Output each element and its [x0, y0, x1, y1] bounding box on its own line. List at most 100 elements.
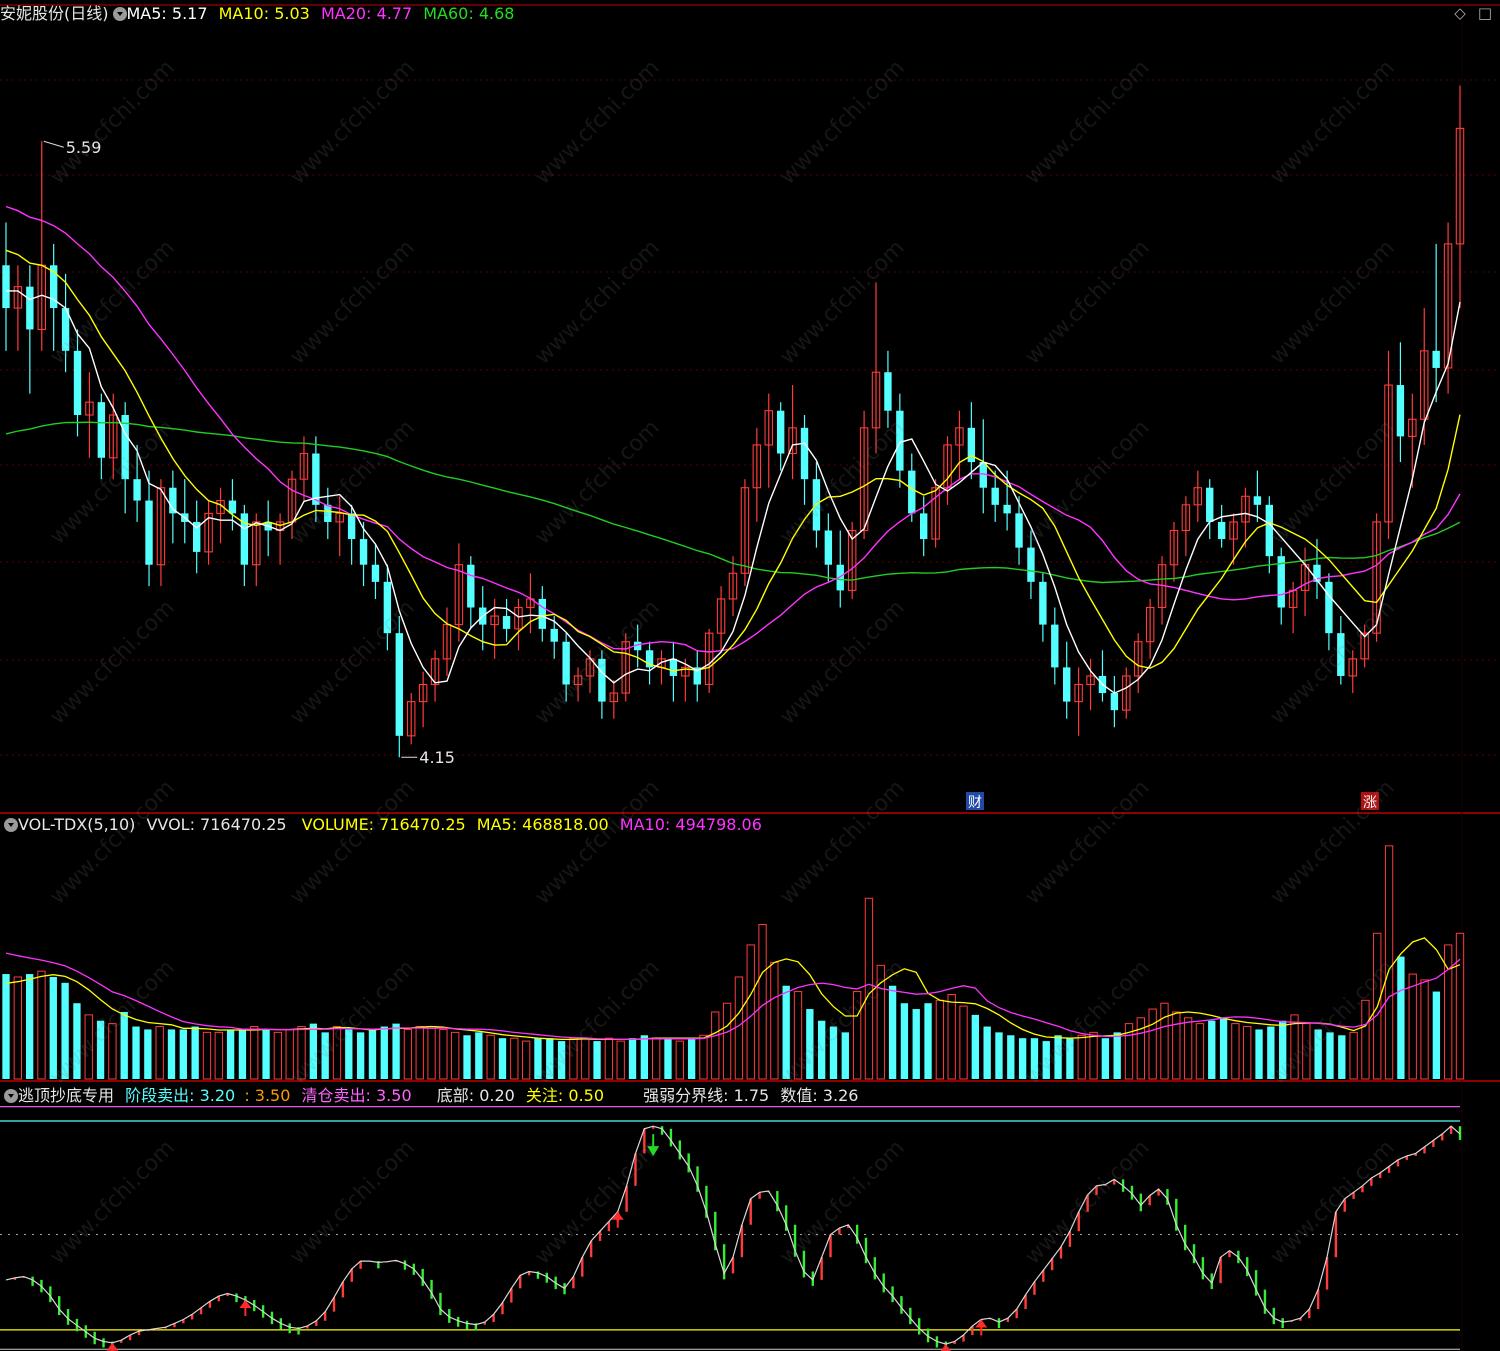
- candle-body: [395, 633, 403, 736]
- volume-bar: [120, 1011, 128, 1079]
- square-icon[interactable]: □: [1478, 4, 1492, 22]
- stock-chart-canvas[interactable]: 5.59 4.15 财 涨: [0, 0, 1500, 1351]
- volume-bar: [451, 1031, 460, 1080]
- volume-bar: [1397, 956, 1405, 1079]
- candle-body: [1027, 547, 1035, 582]
- candle-body: [800, 427, 809, 480]
- candle-body: [1003, 504, 1011, 514]
- volume-bar: [1018, 1038, 1027, 1079]
- value-label: 数值: 3.26: [780, 1086, 859, 1105]
- indicator-panel[interactable]: [0, 1106, 1462, 1351]
- volume-bar: [829, 1026, 838, 1079]
- candle-body: [1110, 693, 1119, 711]
- volume-bar: [1160, 1002, 1169, 1080]
- candle-body: [121, 415, 129, 480]
- volume-bar: [273, 1031, 283, 1080]
- candle-body: [1015, 513, 1023, 548]
- candle-body: [1051, 624, 1059, 668]
- volume-bar: [534, 1038, 542, 1079]
- volume-bar: [1384, 845, 1394, 1080]
- volume-bar: [498, 1038, 507, 1079]
- volume-bar: [250, 1026, 259, 1080]
- sell-arrow-icon: [647, 1146, 660, 1157]
- candle-body: [896, 410, 904, 471]
- candle-body: [347, 513, 356, 540]
- volume-bar: [604, 1037, 614, 1080]
- candle-body: [1337, 633, 1345, 676]
- volume-bar: [167, 1029, 176, 1079]
- candle-body: [1432, 350, 1440, 368]
- volume-bar: [403, 1028, 413, 1080]
- candle-body: [1265, 504, 1274, 557]
- volume-bar: [699, 1034, 708, 1080]
- candle-body: [73, 350, 82, 415]
- volume-bar: [1420, 979, 1429, 1080]
- candle-body: [228, 500, 237, 514]
- candle-body: [598, 658, 606, 702]
- candle-body: [1325, 581, 1333, 634]
- volume-bar: [1007, 1035, 1015, 1079]
- volume-bar: [521, 1040, 531, 1080]
- candle-body: [908, 470, 916, 514]
- volume-bar: [947, 993, 956, 1080]
- dropdown-icon[interactable]: [4, 1089, 18, 1103]
- stock-title[interactable]: 安妮股份(日线): [0, 4, 109, 23]
- stage-sell-level: : 3.50: [244, 1086, 291, 1105]
- volume-bar: [1349, 1031, 1358, 1080]
- volume-bar: [924, 1003, 932, 1079]
- vol-indicator-name[interactable]: VOL-TDX(5,10): [18, 815, 135, 834]
- candle-body: [1039, 581, 1047, 625]
- dropdown-icon[interactable]: [112, 7, 127, 21]
- volume-bar: [782, 985, 790, 1079]
- buy-arrow-icon: [106, 1342, 119, 1351]
- volume-bar: [1455, 932, 1465, 1080]
- divide-label: 强弱分界线: 1.75: [643, 1086, 770, 1105]
- volume-bar: [144, 1029, 152, 1079]
- volume-bar: [392, 1023, 400, 1079]
- volume-bar: [675, 1040, 684, 1080]
- candle-body: [884, 372, 892, 411]
- indicator-value-line: [5, 1125, 1461, 1345]
- candle-body: [2, 265, 10, 309]
- volume-bar: [640, 1035, 649, 1079]
- volume-bar: [73, 1003, 81, 1079]
- candle-body: [26, 286, 34, 330]
- volume-panel[interactable]: [2, 845, 1465, 1080]
- volume-bar: [297, 1026, 306, 1080]
- volume-bar: [734, 976, 744, 1080]
- volume-bar: [84, 1014, 93, 1080]
- volume-bar: [983, 1026, 991, 1079]
- volume-bar: [569, 1037, 578, 1080]
- volume-bar: [202, 1031, 212, 1080]
- volume-bar: [463, 1035, 471, 1079]
- volume-bar: [427, 1026, 436, 1080]
- volume-ma10-line: [5, 952, 1461, 1041]
- dropdown-icon[interactable]: [4, 818, 18, 832]
- candlestick-panel[interactable]: 5.59 4.15 财 涨: [2, 85, 1465, 811]
- volume-bar: [806, 1009, 814, 1079]
- candle-body: [991, 487, 999, 505]
- volume-bar: [664, 1038, 672, 1079]
- window-controls: ◇ □: [1442, 4, 1492, 22]
- volume-bar: [864, 897, 874, 1080]
- volume-bar: [96, 1020, 105, 1079]
- diamond-icon[interactable]: ◇: [1454, 4, 1466, 22]
- volume-bar: [817, 1020, 826, 1079]
- volume-bar: [1219, 1017, 1228, 1079]
- volume-bar: [1077, 1034, 1086, 1080]
- volume-bar: [1279, 1020, 1287, 1079]
- volume-bar: [971, 1014, 979, 1079]
- volume-bar: [1054, 1035, 1062, 1079]
- volume-bar: [155, 1026, 164, 1080]
- volume-bar: [1314, 1029, 1322, 1079]
- volume-bar: [616, 1040, 625, 1080]
- volume-bar: [285, 1028, 294, 1080]
- ma10-label: MA10: 5.03: [218, 4, 310, 23]
- volume-bar: [262, 1029, 270, 1079]
- volume-bar: [912, 1009, 920, 1079]
- ind-name[interactable]: 逃顶抄底专用: [18, 1086, 114, 1105]
- volume-bar: [108, 1023, 117, 1080]
- volume-bar: [651, 1037, 661, 1080]
- main-header: 安妮股份(日线) MA5: 5.17 MA10: 5.03 MA20: 4.77 …: [0, 2, 514, 26]
- volume-bar: [380, 1026, 388, 1079]
